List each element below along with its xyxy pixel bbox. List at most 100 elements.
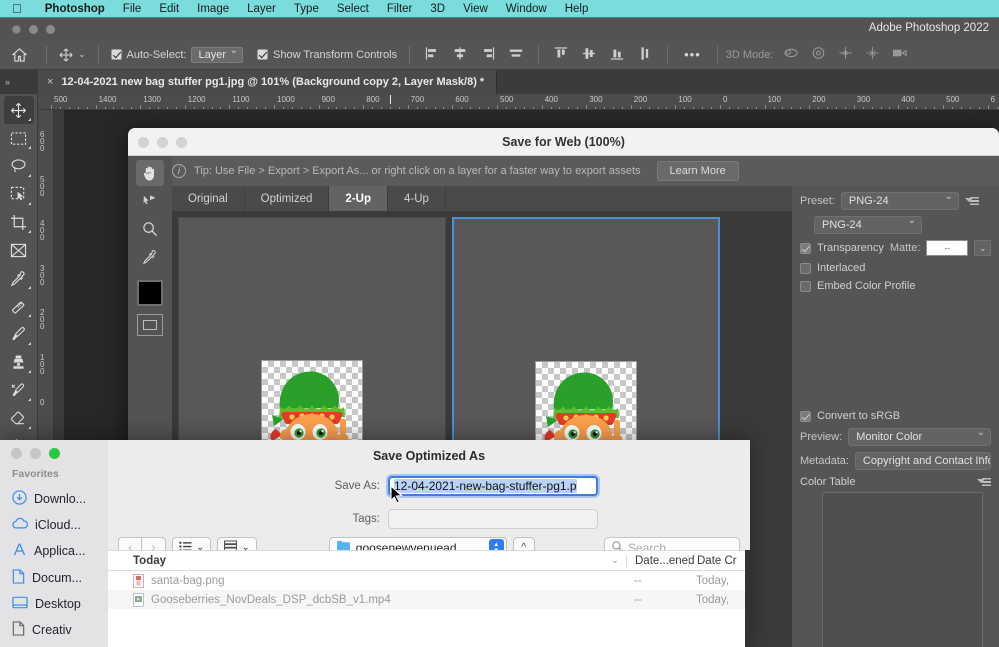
tool-expand-corner[interactable] [28,370,31,373]
preset-dropdown[interactable]: PNG-24 [841,192,959,210]
menu-item-help[interactable]: Help [556,3,598,15]
align-left-edges-icon[interactable] [425,47,439,63]
sfw-close-button[interactable] [138,137,149,148]
show-transform-option[interactable]: Show Transform Controls [253,49,401,61]
color-table-swatches[interactable] [822,492,983,647]
menu-item-window[interactable]: Window [497,3,556,15]
matte-dropdown-arrow-icon[interactable]: ⌄ [974,240,991,256]
sidebar-item-creative[interactable]: Creativ [0,616,108,643]
column-header-date-opened[interactable]: Date...ened [626,555,688,567]
menu-item-filter[interactable]: Filter [378,3,422,15]
3d-orbit-icon[interactable] [783,46,799,63]
column-header-date-created[interactable]: Date Cr [688,555,750,567]
apple-menu-icon[interactable]:  [12,2,22,15]
tool-expand-corner[interactable] [28,426,31,429]
tool-expand-corner[interactable] [28,174,31,177]
home-button[interactable] [0,48,38,62]
finder-close-button[interactable] [11,448,22,459]
collapse-panel-icon[interactable]: » [0,70,38,94]
tool-expand-corner[interactable] [28,118,31,121]
panel-menu-icon[interactable] [965,196,979,207]
sidebar-item-applications[interactable]: Applica... [0,537,108,564]
preview-dropdown[interactable]: Monitor Color [848,428,991,446]
close-document-icon[interactable]: × [47,76,53,88]
menu-item-file[interactable]: File [114,3,151,15]
matte-color-swatch[interactable]: -- [926,240,968,256]
3d-roll-icon[interactable] [811,46,826,63]
transparency-checkbox[interactable] [800,243,811,254]
tool-expand-corner[interactable] [28,202,31,205]
sidebar-item-downloads[interactable]: Downlo... [0,485,108,512]
document-tab[interactable]: × 12-04-2021 new bag stuffer pg1.jpg @ 1… [38,70,497,94]
sfw-minimize-button[interactable] [157,137,168,148]
menu-item-image[interactable]: Image [188,3,238,15]
table-row[interactable]: Gooseberries_NovDeals_DSP_dcbSB_v1.mp4 -… [108,590,750,609]
eyedropper-tool-sfw[interactable] [136,244,164,270]
zoom-tool[interactable] [136,216,164,242]
distribute-vertical-icon[interactable] [638,47,652,63]
sfw-traffic-lights[interactable] [138,137,187,148]
move-tool-preset[interactable]: ⌄ [55,48,90,62]
foreground-color-swatch[interactable] [137,280,163,306]
menu-item-photoshop[interactable]: Photoshop [36,3,114,15]
align-bottom-edges-icon[interactable] [610,47,624,63]
3d-slide-icon[interactable] [865,46,880,63]
close-window-button[interactable] [12,25,21,34]
minimize-window-button[interactable] [29,25,38,34]
auto-select-scope-dropdown[interactable]: Layer [191,47,243,63]
table-row[interactable]: santa-bag.png -- Today, [108,571,750,590]
eyedropper-tool[interactable] [4,264,34,292]
align-top-edges-icon[interactable] [554,47,568,63]
file-list[interactable]: Today ⌄ Date...ened Date Cr santa-bag.pn… [108,550,750,647]
tool-expand-corner[interactable] [28,342,31,345]
file-list-scrollbar[interactable] [745,550,750,647]
embed-color-profile-checkbox[interactable] [800,281,811,292]
finder-traffic-lights[interactable] [11,448,60,459]
rectangular-marquee-tool[interactable] [4,124,34,152]
sidebar-item-desktop[interactable]: Desktop [0,591,108,616]
brush-tool[interactable] [4,320,34,348]
chevron-down-icon[interactable]: ⌄ [78,49,86,60]
3d-pan-icon[interactable] [838,46,853,63]
color-table-panel-menu-icon[interactable] [977,477,991,488]
tool-expand-corner[interactable] [28,230,31,233]
metadata-dropdown[interactable]: Copyright and Contact Info [855,452,991,470]
menu-item-view[interactable]: View [454,3,497,15]
file-format-dropdown[interactable]: PNG-24 [814,216,922,234]
history-brush-tool[interactable] [4,376,34,404]
sfw-maximize-button[interactable] [176,137,187,148]
tab-original[interactable]: Original [172,186,245,211]
tags-input[interactable] [388,509,598,529]
align-vertical-centers-icon[interactable] [582,47,596,63]
clone-stamp-tool[interactable] [4,348,34,376]
move-tool[interactable] [4,96,34,124]
distribute-horizontal-icon[interactable] [509,47,523,63]
hand-tool[interactable] [136,160,164,186]
auto-select-checkbox[interactable] [111,49,122,60]
frame-tool[interactable] [4,236,34,264]
more-options-button[interactable]: ••• [684,51,701,59]
object-selection-tool[interactable] [4,180,34,208]
learn-more-button[interactable]: Learn More [657,161,739,181]
finder-minimize-button[interactable] [30,448,41,459]
tab-4-up[interactable]: 4-Up [388,186,446,211]
align-horizontal-centers-icon[interactable] [453,47,467,63]
tool-expand-corner[interactable] [28,146,31,149]
tool-expand-corner[interactable] [28,398,31,401]
menu-item-type[interactable]: Type [285,3,328,15]
tab-2-up[interactable]: 2-Up [329,186,388,211]
tool-expand-corner[interactable] [28,314,31,317]
align-right-edges-icon[interactable] [481,47,495,63]
menu-item-3d[interactable]: 3D [421,3,454,15]
table-row-partial[interactable] [108,609,750,628]
tab-optimized[interactable]: Optimized [245,186,330,211]
lasso-tool[interactable] [4,152,34,180]
eraser-tool[interactable] [4,404,34,432]
convert-to-srgb-checkbox[interactable] [800,411,811,422]
menu-item-select[interactable]: Select [328,3,378,15]
menu-item-layer[interactable]: Layer [238,3,285,15]
tool-expand-corner[interactable] [28,286,31,289]
auto-select-option[interactable]: Auto-Select: Layer [107,47,247,63]
maximize-window-button[interactable] [46,25,55,34]
window-traffic-lights[interactable] [12,25,55,34]
